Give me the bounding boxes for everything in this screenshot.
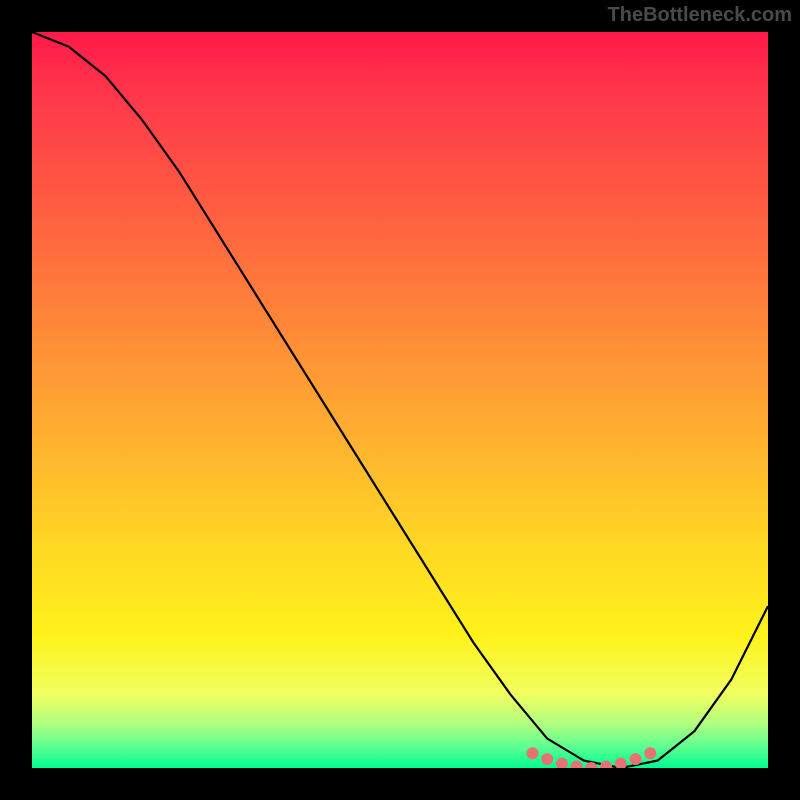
bottleneck-curve bbox=[32, 32, 768, 768]
curve-marker bbox=[615, 758, 627, 768]
curve-marker bbox=[600, 761, 612, 768]
curve-marker bbox=[571, 761, 583, 768]
chart-curve-svg bbox=[32, 32, 768, 768]
curve-marker bbox=[541, 753, 553, 765]
curve-marker bbox=[556, 758, 568, 768]
curve-marker bbox=[644, 747, 656, 759]
watermark-text: TheBottleneck.com bbox=[608, 4, 792, 27]
curve-marker bbox=[630, 753, 642, 765]
curve-markers bbox=[526, 747, 656, 768]
chart-plot-area bbox=[32, 32, 768, 768]
curve-marker bbox=[526, 747, 538, 759]
